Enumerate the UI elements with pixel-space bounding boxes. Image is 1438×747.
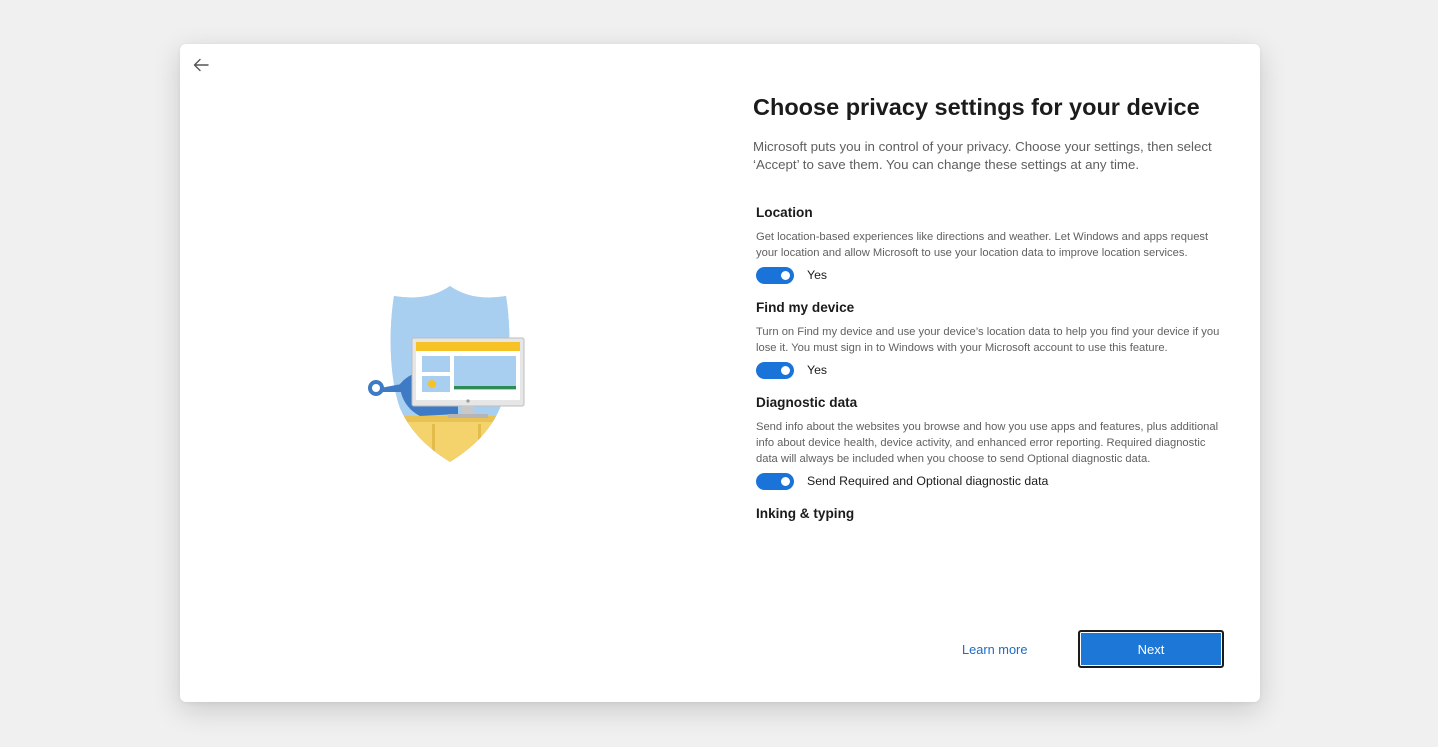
toggle-row: Send Required and Optional diagnostic da… xyxy=(756,472,1226,490)
setting-inking-typing: Inking & typing xyxy=(756,505,1226,523)
scroll-fade xyxy=(756,580,1226,596)
toggle-label: Send Required and Optional diagnostic da… xyxy=(807,474,1049,489)
arrow-left-icon xyxy=(193,58,209,72)
setting-description: Send info about the websites you browse … xyxy=(756,421,1219,465)
setting-title: Diagnostic data xyxy=(756,395,858,411)
learn-more-link[interactable]: Learn more xyxy=(962,642,1027,657)
setting-title: Location xyxy=(756,205,813,220)
setting-find-my-device: Find my device Turn on Find my device an… xyxy=(756,299,1226,379)
toggle-row: Yes xyxy=(756,266,1226,284)
toggle-knob xyxy=(781,365,790,375)
toggle-label: Yes xyxy=(807,363,828,378)
toggle-row: Yes xyxy=(756,361,1226,379)
setup-dialog: Choose privacy settings for your device … xyxy=(180,44,1260,702)
privacy-shield-icon xyxy=(368,286,525,462)
setting-description: Get location-based experiences like dire… xyxy=(756,231,1209,259)
toggle-label: Yes xyxy=(807,268,828,283)
setting-description: Turn on Find my device and use your devi… xyxy=(756,326,1220,354)
toggle-knob xyxy=(781,270,790,280)
setting-title: Inking & typing xyxy=(756,506,855,522)
back-button[interactable] xyxy=(188,52,214,78)
page-title: Choose privacy settings for your device xyxy=(753,94,1200,120)
setting-location: Location Get location-based experiences … xyxy=(756,204,1226,284)
settings-list[interactable]: Location Get location-based experiences … xyxy=(756,204,1226,596)
setting-title: Find my device xyxy=(756,300,855,316)
location-toggle[interactable] xyxy=(756,266,794,284)
next-button[interactable]: Next xyxy=(1078,630,1224,668)
toggle-knob xyxy=(781,476,790,486)
find-my-device-toggle[interactable] xyxy=(756,361,794,379)
setting-diagnostic-data: Diagnostic data Send info about the webs… xyxy=(756,394,1226,490)
diagnostic-data-toggle[interactable] xyxy=(756,472,794,490)
page-subtitle: Microsoft puts you in control of your pr… xyxy=(753,139,1212,172)
